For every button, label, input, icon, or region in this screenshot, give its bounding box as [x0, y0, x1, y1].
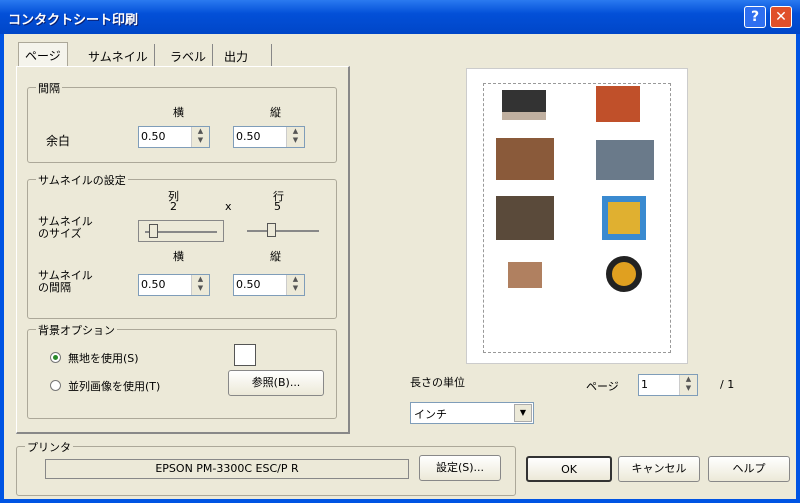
page-input[interactable]: 1 ▲ ▼ [638, 374, 698, 396]
slider-thumb[interactable] [267, 223, 276, 237]
spin-arrows-icon[interactable]: ▲ ▼ [286, 275, 304, 295]
thumbnail-image [508, 262, 542, 288]
horizontal-label: 横 [173, 250, 184, 263]
margin-horizontal-input[interactable]: 0.50 ▲ ▼ [138, 126, 210, 148]
value: 0.50 [236, 130, 261, 143]
page-tab-panel: 間隔 横 縦 余白 0.50 ▲ ▼ 0.50 ▲ ▼ サムネイルの設定 列 2 x 行… [16, 66, 350, 434]
page-label: ページ [586, 380, 619, 393]
units-dropdown[interactable]: インチ ▼ [410, 402, 534, 424]
background-options-title: 背景オプション [36, 322, 117, 338]
thumbnail-image [496, 196, 554, 240]
tab-output[interactable]: 出力 [218, 44, 272, 66]
help-title-button[interactable]: ? [744, 6, 766, 28]
background-options-group: 背景オプション 無地を使用(S) 並列画像を使用(T) 参照(B)... [27, 322, 337, 419]
ok-button[interactable]: OK [526, 456, 612, 482]
gap-horizontal-input[interactable]: 0.50 ▲ ▼ [138, 274, 210, 296]
cancel-button[interactable]: キャンセル [618, 456, 700, 482]
slider-thumb[interactable] [149, 224, 158, 238]
horizontal-label: 横 [173, 106, 184, 119]
margin-vertical-input[interactable]: 0.50 ▲ ▼ [233, 126, 305, 148]
preview-page [466, 68, 688, 364]
thumbnail-image [496, 138, 554, 180]
units-label: 長さの単位 [410, 376, 465, 389]
tab-label[interactable]: ラベル [164, 44, 214, 66]
tile-image-radio[interactable] [50, 380, 61, 391]
columns-value: 2 [170, 200, 177, 213]
close-button[interactable]: ✕ [770, 6, 792, 28]
l2: のサイズ [38, 227, 82, 240]
dialog-body: ページ サムネイル ラベル 出力 間隔 横 縦 余白 0.50 ▲ ▼ 0.50 ▲ ▼… [4, 34, 796, 499]
spin-arrows-icon[interactable]: ▲ ▼ [286, 127, 304, 147]
spacing-group: 間隔 横 縦 余白 0.50 ▲ ▼ 0.50 ▲ ▼ [27, 80, 337, 163]
color-swatch-button[interactable] [234, 344, 256, 366]
printer-group: プリンタ EPSON PM-3300C ESC/P R 設定(S)... [16, 439, 516, 496]
thumbnail-image [606, 256, 642, 292]
gap-vertical-input[interactable]: 0.50 ▲ ▼ [233, 274, 305, 296]
times-label: x [225, 200, 232, 213]
spin-arrows-icon[interactable]: ▲ ▼ [191, 275, 209, 295]
printer-name: EPSON PM-3300C ESC/P R [45, 459, 409, 479]
thumbnail-image [602, 196, 646, 240]
thumbnail-settings-group: サムネイルの設定 列 2 x 行 5 サムネイル のサイズ 横 縦 サムネイル の間… [27, 172, 337, 319]
tab-page[interactable]: ページ [18, 42, 68, 67]
thumbnail-settings-title: サムネイルの設定 [36, 172, 128, 188]
spacing-title: 間隔 [36, 80, 62, 96]
margin-label: 余白 [46, 134, 71, 148]
title-bar: コンタクトシート印刷 [0, 0, 800, 34]
rows-slider[interactable] [243, 220, 323, 242]
thumbnail-image [596, 86, 640, 122]
plain-radio[interactable] [50, 352, 61, 363]
browse-button[interactable]: 参照(B)... [228, 370, 324, 396]
value: 0.50 [236, 278, 261, 291]
printer-settings-button[interactable]: 設定(S)... [419, 455, 501, 481]
value: 0.50 [141, 278, 166, 291]
tile-image-label[interactable]: 並列画像を使用(T) [68, 378, 160, 394]
units-value: インチ [414, 408, 447, 421]
columns-slider[interactable] [138, 220, 224, 242]
printer-title: プリンタ [25, 439, 73, 455]
thumbnail-image [596, 140, 654, 180]
value: 1 [641, 378, 648, 391]
thumbnail-gap-label: サムネイル の間隔 [38, 270, 93, 294]
spin-arrows-icon[interactable]: ▲ ▼ [679, 375, 697, 395]
l2: の間隔 [38, 281, 71, 294]
spin-arrows-icon[interactable]: ▲ ▼ [191, 127, 209, 147]
chevron-down-icon[interactable]: ▼ [514, 404, 532, 422]
thumbnail-size-label: サムネイル のサイズ [38, 216, 93, 240]
plain-label[interactable]: 無地を使用(S) [68, 350, 139, 366]
rows-value: 5 [274, 200, 281, 213]
tab-thumbnail[interactable]: サムネイル [82, 44, 155, 66]
window-title: コンタクトシート印刷 [8, 13, 139, 28]
value: 0.50 [141, 130, 166, 143]
page-total: / 1 [720, 378, 735, 391]
thumbnail-image [502, 90, 546, 120]
dialog-window: コンタクトシート印刷 ? ✕ ページ サムネイル ラベル 出力 間隔 横 縦 余… [0, 0, 800, 503]
vertical-label: 縦 [270, 106, 281, 119]
vertical-label: 縦 [270, 250, 281, 263]
printable-area [483, 83, 671, 353]
help-button[interactable]: ヘルプ [708, 456, 790, 482]
